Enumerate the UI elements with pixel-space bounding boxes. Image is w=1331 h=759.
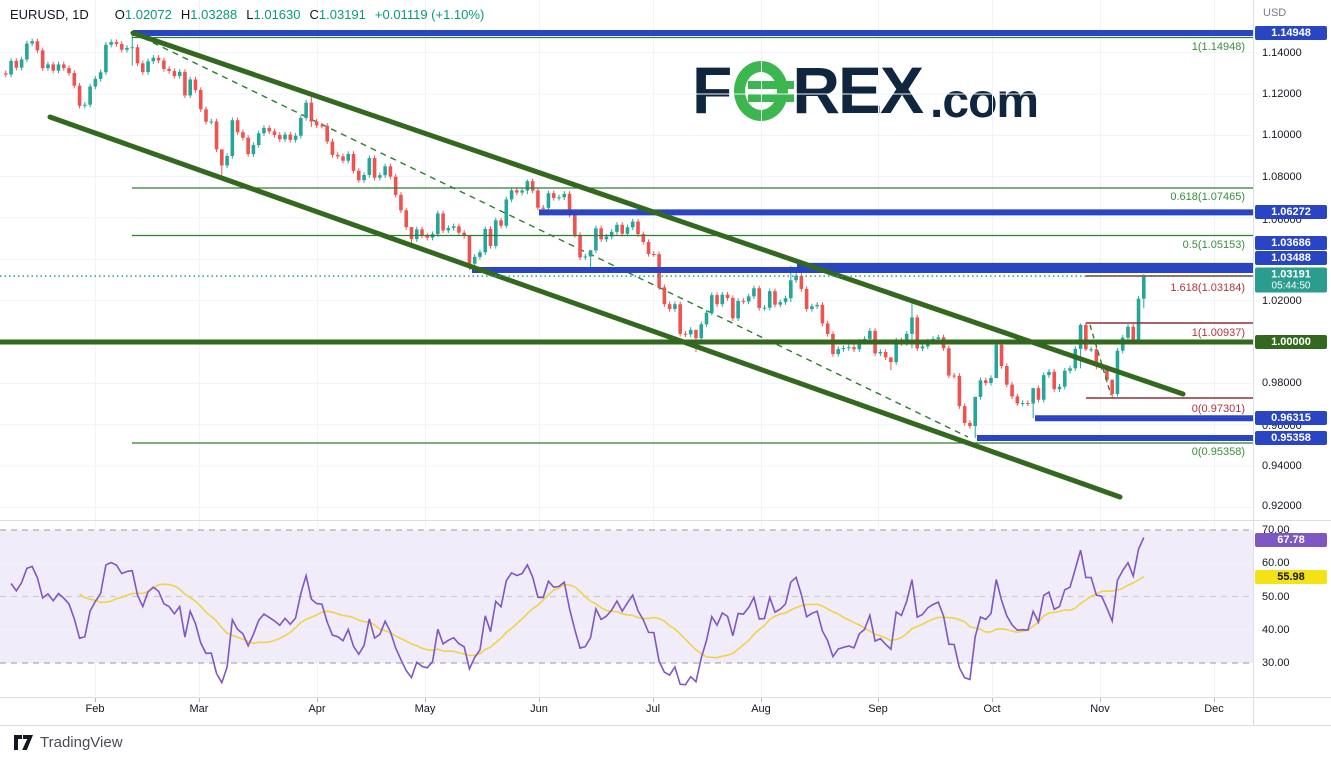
axis-price-badge: 1.03686: [1255, 236, 1327, 250]
tradingview-logo-icon: [14, 735, 33, 751]
axis-separator: [0, 697, 1331, 698]
trading-chart-app: F REX .com EURUSD, 1D O1.02072 H1.03288 …: [0, 0, 1331, 759]
time-axis-month-label: Mar: [190, 703, 209, 715]
axis-price-label: 50.00: [1262, 591, 1290, 603]
axis-price-label: 0.98000: [1262, 377, 1302, 389]
footer-bar: TradingView: [0, 726, 1331, 759]
axis-price-label: 60.00: [1262, 557, 1290, 569]
ohlc-high: H1.03288: [181, 7, 237, 22]
time-axis-month-label: Jun: [530, 703, 548, 715]
axis-price-label: 1.14000: [1262, 47, 1302, 59]
axis-price-label: 0.92000: [1262, 500, 1302, 512]
axis-price-label: 30.00: [1262, 657, 1290, 669]
pane-separator[interactable]: [0, 520, 1331, 521]
axis-price-label: 1.12000: [1262, 88, 1302, 100]
price-change: +0.01119 (+1.10%): [375, 7, 484, 22]
axis-price-badge: 1.00000: [1255, 335, 1327, 349]
ohlc-low: L1.01630: [246, 7, 300, 22]
tradingview-logo[interactable]: TradingView: [14, 734, 123, 751]
axis-price-badge: 0.96315: [1255, 411, 1327, 425]
axis-price-badge: 1.0319105:44:50: [1255, 268, 1327, 293]
axis-price-badge: 1.14948: [1255, 26, 1327, 40]
axis-price-badge: 0.95358: [1255, 431, 1327, 445]
ohlc-open: O1.02072: [115, 7, 172, 22]
price-axis[interactable]: USD 1.140001.120001.100001.080001.060001…: [1253, 0, 1331, 725]
time-axis-month-label: Dec: [1204, 703, 1224, 715]
axis-price-label: 1.08000: [1262, 171, 1302, 183]
axis-price-badge: 55.98: [1255, 570, 1327, 584]
time-axis-month-label: Feb: [86, 703, 105, 715]
countdown-timer: 05:44:50: [1255, 281, 1327, 292]
time-axis-month-label: Sep: [868, 703, 888, 715]
time-axis-month-label: Nov: [1090, 703, 1110, 715]
time-axis-month-label: May: [415, 703, 436, 715]
chart-canvas[interactable]: [0, 0, 1253, 725]
time-axis-month-label: Aug: [751, 703, 771, 715]
chart-pane[interactable]: F REX .com EURUSD, 1D O1.02072 H1.03288 …: [0, 0, 1253, 725]
axis-price-badge: 67.78: [1255, 533, 1327, 547]
symbol-legend[interactable]: EURUSD, 1D O1.02072 H1.03288 L1.01630 C1…: [10, 7, 484, 22]
axis-price-badge: 1.06272: [1255, 205, 1327, 219]
time-axis-month-label: Apr: [308, 703, 325, 715]
axis-price-label: 40.00: [1262, 624, 1290, 636]
symbol-title[interactable]: EURUSD, 1D: [10, 7, 89, 22]
axis-price-label: 0.94000: [1262, 460, 1302, 472]
tradingview-logo-text: TradingView: [40, 734, 123, 751]
axis-price-label: 1.10000: [1262, 129, 1302, 141]
time-axis-month-label: Oct: [983, 703, 1000, 715]
axis-currency-label: USD: [1263, 7, 1286, 19]
time-axis[interactable]: Feb Mar Apr May Jun Jul Aug Sep Oct Nov Dec: [0, 700, 1253, 722]
axis-price-label: 1.02000: [1262, 295, 1302, 307]
time-axis-month-label: Jul: [646, 703, 660, 715]
footer-separator: [0, 725, 1331, 726]
ohlc-close: C1.03191: [310, 7, 366, 22]
axis-price-badge: 1.03488: [1255, 251, 1327, 265]
